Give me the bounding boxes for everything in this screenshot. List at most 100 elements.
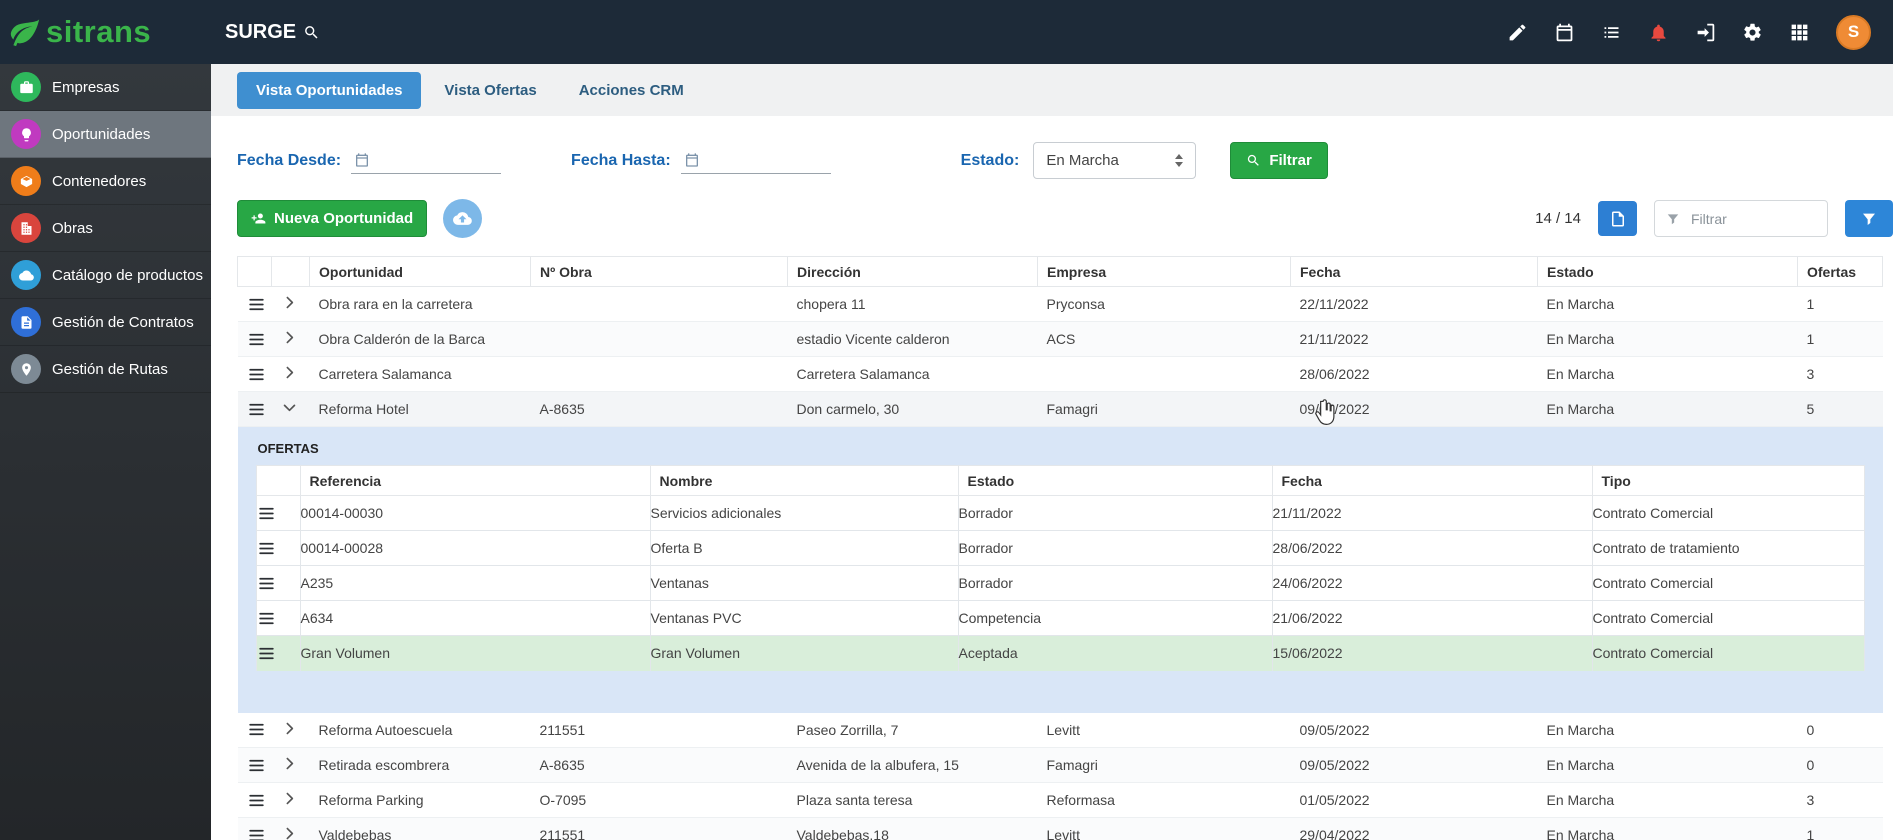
menu-icon[interactable] bbox=[247, 720, 266, 739]
table-row[interactable]: Reforma Parking O-7095 Plaza santa teresa R… bbox=[237, 782, 1883, 818]
chevron-right-icon[interactable] bbox=[281, 399, 298, 416]
user-avatar[interactable]: S bbox=[1836, 14, 1871, 50]
briefcase-icon bbox=[19, 80, 34, 95]
chevron-right-icon[interactable] bbox=[281, 329, 298, 346]
table-row[interactable]: Carretera Salamanca Carretera Salamanca 28… bbox=[237, 356, 1883, 392]
sign-in-icon[interactable] bbox=[1695, 22, 1716, 43]
cell-n_obra: A-8635 bbox=[530, 747, 788, 783]
menu-icon[interactable] bbox=[257, 574, 276, 593]
oferta-cell-estado: Borrador bbox=[957, 530, 1273, 566]
oferta-row[interactable]: A634 Ventanas PVC Competencia 21/06/2022 Con… bbox=[255, 600, 1865, 636]
table-row[interactable]: Valdebebas 211551 Valdebebas,18 Levitt 29/04… bbox=[237, 817, 1883, 840]
calendar-icon[interactable] bbox=[354, 152, 370, 168]
estado-select-value: En Marcha bbox=[1046, 152, 1119, 169]
sidebar-item-oportunidades[interactable]: Oportunidades bbox=[0, 111, 211, 158]
list-icon[interactable] bbox=[1601, 22, 1622, 43]
row-expand-cell bbox=[271, 747, 310, 783]
oferta-menu-cell bbox=[255, 495, 301, 531]
tab-acciones-crm[interactable]: Acciones CRM bbox=[560, 72, 703, 109]
cell-oportunidad: Carretera Salamanca bbox=[309, 356, 531, 392]
menu-icon[interactable] bbox=[247, 330, 266, 349]
calendar-icon[interactable] bbox=[684, 152, 700, 168]
row-expand-cell bbox=[271, 782, 310, 818]
chevron-right-icon[interactable] bbox=[281, 364, 298, 381]
oferta-row[interactable]: A235 Ventanas Borrador 24/06/2022 Contrato C… bbox=[255, 565, 1865, 601]
quick-filter-input[interactable] bbox=[1689, 209, 1816, 228]
menu-icon[interactable] bbox=[257, 504, 276, 523]
cell-ofertas: 1 bbox=[1797, 286, 1883, 322]
col-header-ofertas: Ofertas bbox=[1797, 256, 1883, 287]
cell-direccion: estadio Vicente calderon bbox=[787, 321, 1038, 357]
table-row[interactable]: Reforma Autoescuela 211551 Paseo Zorrilla,… bbox=[237, 712, 1883, 748]
gear-icon[interactable] bbox=[1742, 22, 1763, 43]
calendar-icon[interactable] bbox=[1554, 22, 1575, 43]
fecha-desde-input[interactable] bbox=[351, 148, 502, 174]
sidebar-item-catalogo-de-productos[interactable]: Catálogo de productos bbox=[0, 252, 211, 299]
menu-icon[interactable] bbox=[247, 756, 266, 775]
sidebar-item-gestion-de-contratos[interactable]: Gestión de Contratos bbox=[0, 299, 211, 346]
cell-fecha: 29/04/2022 bbox=[1290, 817, 1538, 840]
grid-icon[interactable] bbox=[1789, 22, 1810, 43]
cell-oportunidad: Reforma Hotel bbox=[309, 391, 531, 427]
oferta-row[interactable]: Gran Volumen Gran Volumen Aceptada 15/06/20… bbox=[255, 635, 1865, 671]
cell-estado: En Marcha bbox=[1537, 356, 1798, 392]
sidebar-item-empresas[interactable]: Empresas bbox=[0, 64, 211, 111]
cell-ofertas: 3 bbox=[1797, 782, 1883, 818]
menu-icon[interactable] bbox=[247, 400, 266, 419]
sidebar-item-gestion-de-rutas[interactable]: Gestión de Rutas bbox=[0, 346, 211, 393]
title-search-icon[interactable] bbox=[303, 24, 320, 41]
bell-icon[interactable] bbox=[1648, 22, 1669, 43]
chevron-right-icon[interactable] bbox=[281, 755, 298, 772]
menu-icon[interactable] bbox=[247, 791, 266, 810]
row-menu-cell bbox=[237, 391, 272, 427]
menu-icon[interactable] bbox=[247, 295, 266, 314]
sidebar-item-contenedores[interactable]: Contenedores bbox=[0, 158, 211, 205]
ofertas-panel-cell: OFERTAS Referencia Nombre Estado Fecha Tipo 00… bbox=[237, 426, 1883, 713]
cell-empresa: Famagri bbox=[1037, 747, 1291, 783]
row-menu-cell bbox=[237, 712, 272, 748]
nueva-oportunidad-button[interactable]: Nueva Oportunidad bbox=[237, 200, 428, 237]
fecha-hasta-input[interactable] bbox=[680, 148, 831, 174]
col-header-n-obra: Nº Obra bbox=[530, 256, 788, 287]
oferta-row[interactable]: 00014-00030 Servicios adicionales Borrador… bbox=[255, 495, 1865, 531]
menu-icon[interactable] bbox=[247, 365, 266, 384]
chevron-right-icon[interactable] bbox=[281, 790, 298, 807]
menu-icon[interactable] bbox=[257, 644, 276, 663]
chevron-right-icon[interactable] bbox=[281, 294, 298, 311]
tab-vista-ofertas[interactable]: Vista Ofertas bbox=[425, 72, 555, 109]
table-row[interactable]: Obra rara en la carretera chopera 11 Pryco… bbox=[237, 286, 1883, 322]
menu-icon[interactable] bbox=[257, 539, 276, 558]
menu-icon[interactable] bbox=[247, 826, 266, 840]
row-expand-cell bbox=[271, 712, 310, 748]
table-row[interactable]: Retirada escombrera A-8635 Avenida de la a… bbox=[237, 747, 1883, 783]
import-button[interactable] bbox=[443, 199, 483, 238]
cell-oportunidad: Obra Calderón de la Barca bbox=[309, 321, 531, 357]
chevron-right-icon[interactable] bbox=[281, 720, 298, 737]
table-row[interactable]: Reforma Hotel A-8635 Don carmelo, 30 Famagr… bbox=[237, 391, 1883, 427]
oferta-cell-referencia: A634 bbox=[299, 600, 651, 636]
row-menu-cell bbox=[237, 286, 272, 322]
cell-estado: En Marcha bbox=[1537, 817, 1798, 840]
oferta-cell-tipo: Contrato Comercial bbox=[1591, 600, 1865, 636]
advanced-filter-button[interactable] bbox=[1845, 200, 1893, 237]
chevron-right-icon[interactable] bbox=[281, 825, 298, 840]
sidebar-item-obras[interactable]: Obras bbox=[0, 205, 211, 252]
oferta-cell-estado: Aceptada bbox=[957, 635, 1273, 671]
cell-empresa: Levitt bbox=[1037, 817, 1291, 840]
pencil-icon[interactable] bbox=[1507, 22, 1528, 43]
content: Fecha Desde: Fecha Hasta: Estado: En Mar… bbox=[211, 116, 1893, 840]
estado-select[interactable]: En Marcha bbox=[1033, 142, 1197, 179]
table-row[interactable]: Obra Calderón de la Barca estadio Vicente… bbox=[237, 321, 1883, 357]
sidebar: Empresas Oportunidades Contenedores Obras Ca… bbox=[0, 64, 211, 840]
tab-vista-oportunidades[interactable]: Vista Oportunidades bbox=[237, 71, 422, 109]
row-menu-cell bbox=[237, 747, 272, 783]
brand-logo[interactable]: sitrans bbox=[0, 14, 211, 50]
oferta-row[interactable]: 00014-00028 Oferta B Borrador 28/06/2022 Con… bbox=[255, 530, 1865, 566]
oferta-cell-nombre: Servicios adicionales bbox=[649, 495, 959, 531]
filtrar-button[interactable]: Filtrar bbox=[1230, 142, 1328, 179]
opportunities-table: Oportunidad Nº Obra Dirección Empresa Fecha E… bbox=[237, 256, 1883, 840]
ofertas-col-header-referencia: Referencia bbox=[299, 465, 651, 496]
oferta-cell-tipo: Contrato Comercial bbox=[1591, 565, 1865, 601]
export-button[interactable] bbox=[1598, 201, 1637, 236]
menu-icon[interactable] bbox=[257, 609, 276, 628]
